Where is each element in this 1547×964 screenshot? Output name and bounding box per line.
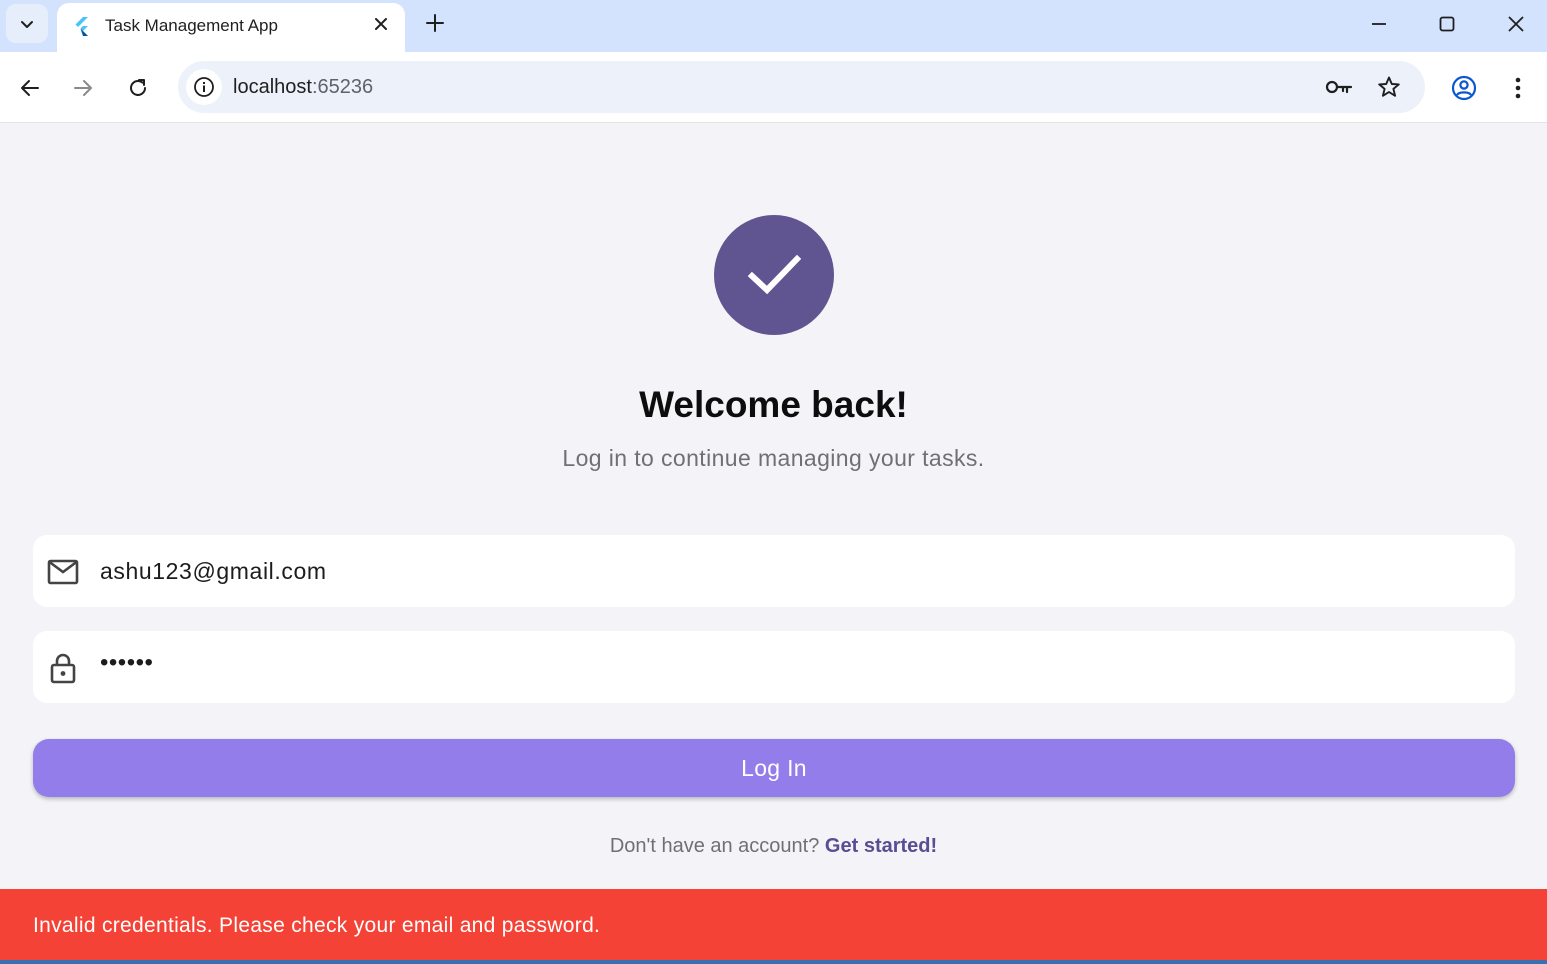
close-icon xyxy=(1508,16,1524,32)
tab-close-button[interactable] xyxy=(371,14,391,34)
minimize-button[interactable] xyxy=(1356,4,1402,44)
lock-icon xyxy=(47,652,79,684)
more-vert-icon xyxy=(1515,77,1521,99)
info-icon xyxy=(194,77,214,97)
snackbar-message: Invalid credentials. Please check your e… xyxy=(33,914,601,937)
url-port: :65236 xyxy=(311,76,374,98)
email-field[interactable]: ashu123@gmail.com xyxy=(33,535,1515,607)
browser-toolbar: localhost:65236 xyxy=(0,52,1547,123)
page-subtitle: Log in to continue managing your tasks. xyxy=(562,445,985,471)
signup-row: Don't have an account? Get started! xyxy=(0,832,1547,860)
tab-strip: Task Management App xyxy=(0,0,1547,52)
address-url[interactable]: localhost:65236 xyxy=(233,76,373,98)
signup-link[interactable]: Get started! xyxy=(825,835,937,857)
check-icon xyxy=(747,254,802,295)
star-icon xyxy=(1378,76,1400,97)
signup-prompt: Don't have an account? xyxy=(609,835,820,857)
profile-button[interactable] xyxy=(1446,70,1482,106)
error-snackbar: Invalid credentials. Please check your e… xyxy=(0,889,1547,960)
maximize-icon xyxy=(1439,16,1455,32)
chevron-down-icon xyxy=(21,20,33,28)
site-info-button[interactable] xyxy=(186,69,222,105)
forward-button[interactable] xyxy=(65,70,101,106)
flutter-logo-icon xyxy=(75,17,88,36)
login-page: Welcome back! Log in to continue managin… xyxy=(0,123,1547,889)
back-button[interactable] xyxy=(12,70,48,106)
login-button[interactable]: Log In xyxy=(33,739,1515,797)
arrow-left-icon xyxy=(21,80,39,96)
arrow-right-icon xyxy=(74,80,92,96)
taskbar-edge xyxy=(0,960,1547,964)
key-icon xyxy=(1325,80,1353,94)
password-field[interactable]: •••••• xyxy=(33,631,1515,703)
browser-tab[interactable]: Task Management App xyxy=(57,3,405,52)
login-button-label: Log In xyxy=(741,754,807,781)
minimize-icon xyxy=(1372,23,1386,25)
browser-menu-button[interactable] xyxy=(1500,70,1536,106)
close-window-button[interactable] xyxy=(1493,4,1539,44)
app-logo xyxy=(714,215,834,335)
password-input-value[interactable]: •••••• xyxy=(100,649,153,677)
email-input-value[interactable]: ashu123@gmail.com xyxy=(100,557,327,585)
tab-title: Task Management App xyxy=(105,16,278,35)
url-host: localhost xyxy=(233,76,312,98)
account-circle-icon xyxy=(1451,75,1477,101)
bookmark-button[interactable] xyxy=(1375,73,1403,101)
maximize-button[interactable] xyxy=(1424,4,1470,44)
close-icon xyxy=(375,18,387,30)
tab-search-button[interactable] xyxy=(6,4,48,43)
passwords-button[interactable] xyxy=(1325,73,1353,101)
page-title: Welcome back! xyxy=(639,384,908,425)
reload-button[interactable] xyxy=(120,70,156,106)
new-tab-button[interactable] xyxy=(420,8,450,38)
address-bar[interactable]: localhost:65236 xyxy=(178,61,1425,113)
mail-icon xyxy=(47,556,79,588)
reload-icon xyxy=(130,79,146,96)
plus-icon xyxy=(426,14,444,32)
